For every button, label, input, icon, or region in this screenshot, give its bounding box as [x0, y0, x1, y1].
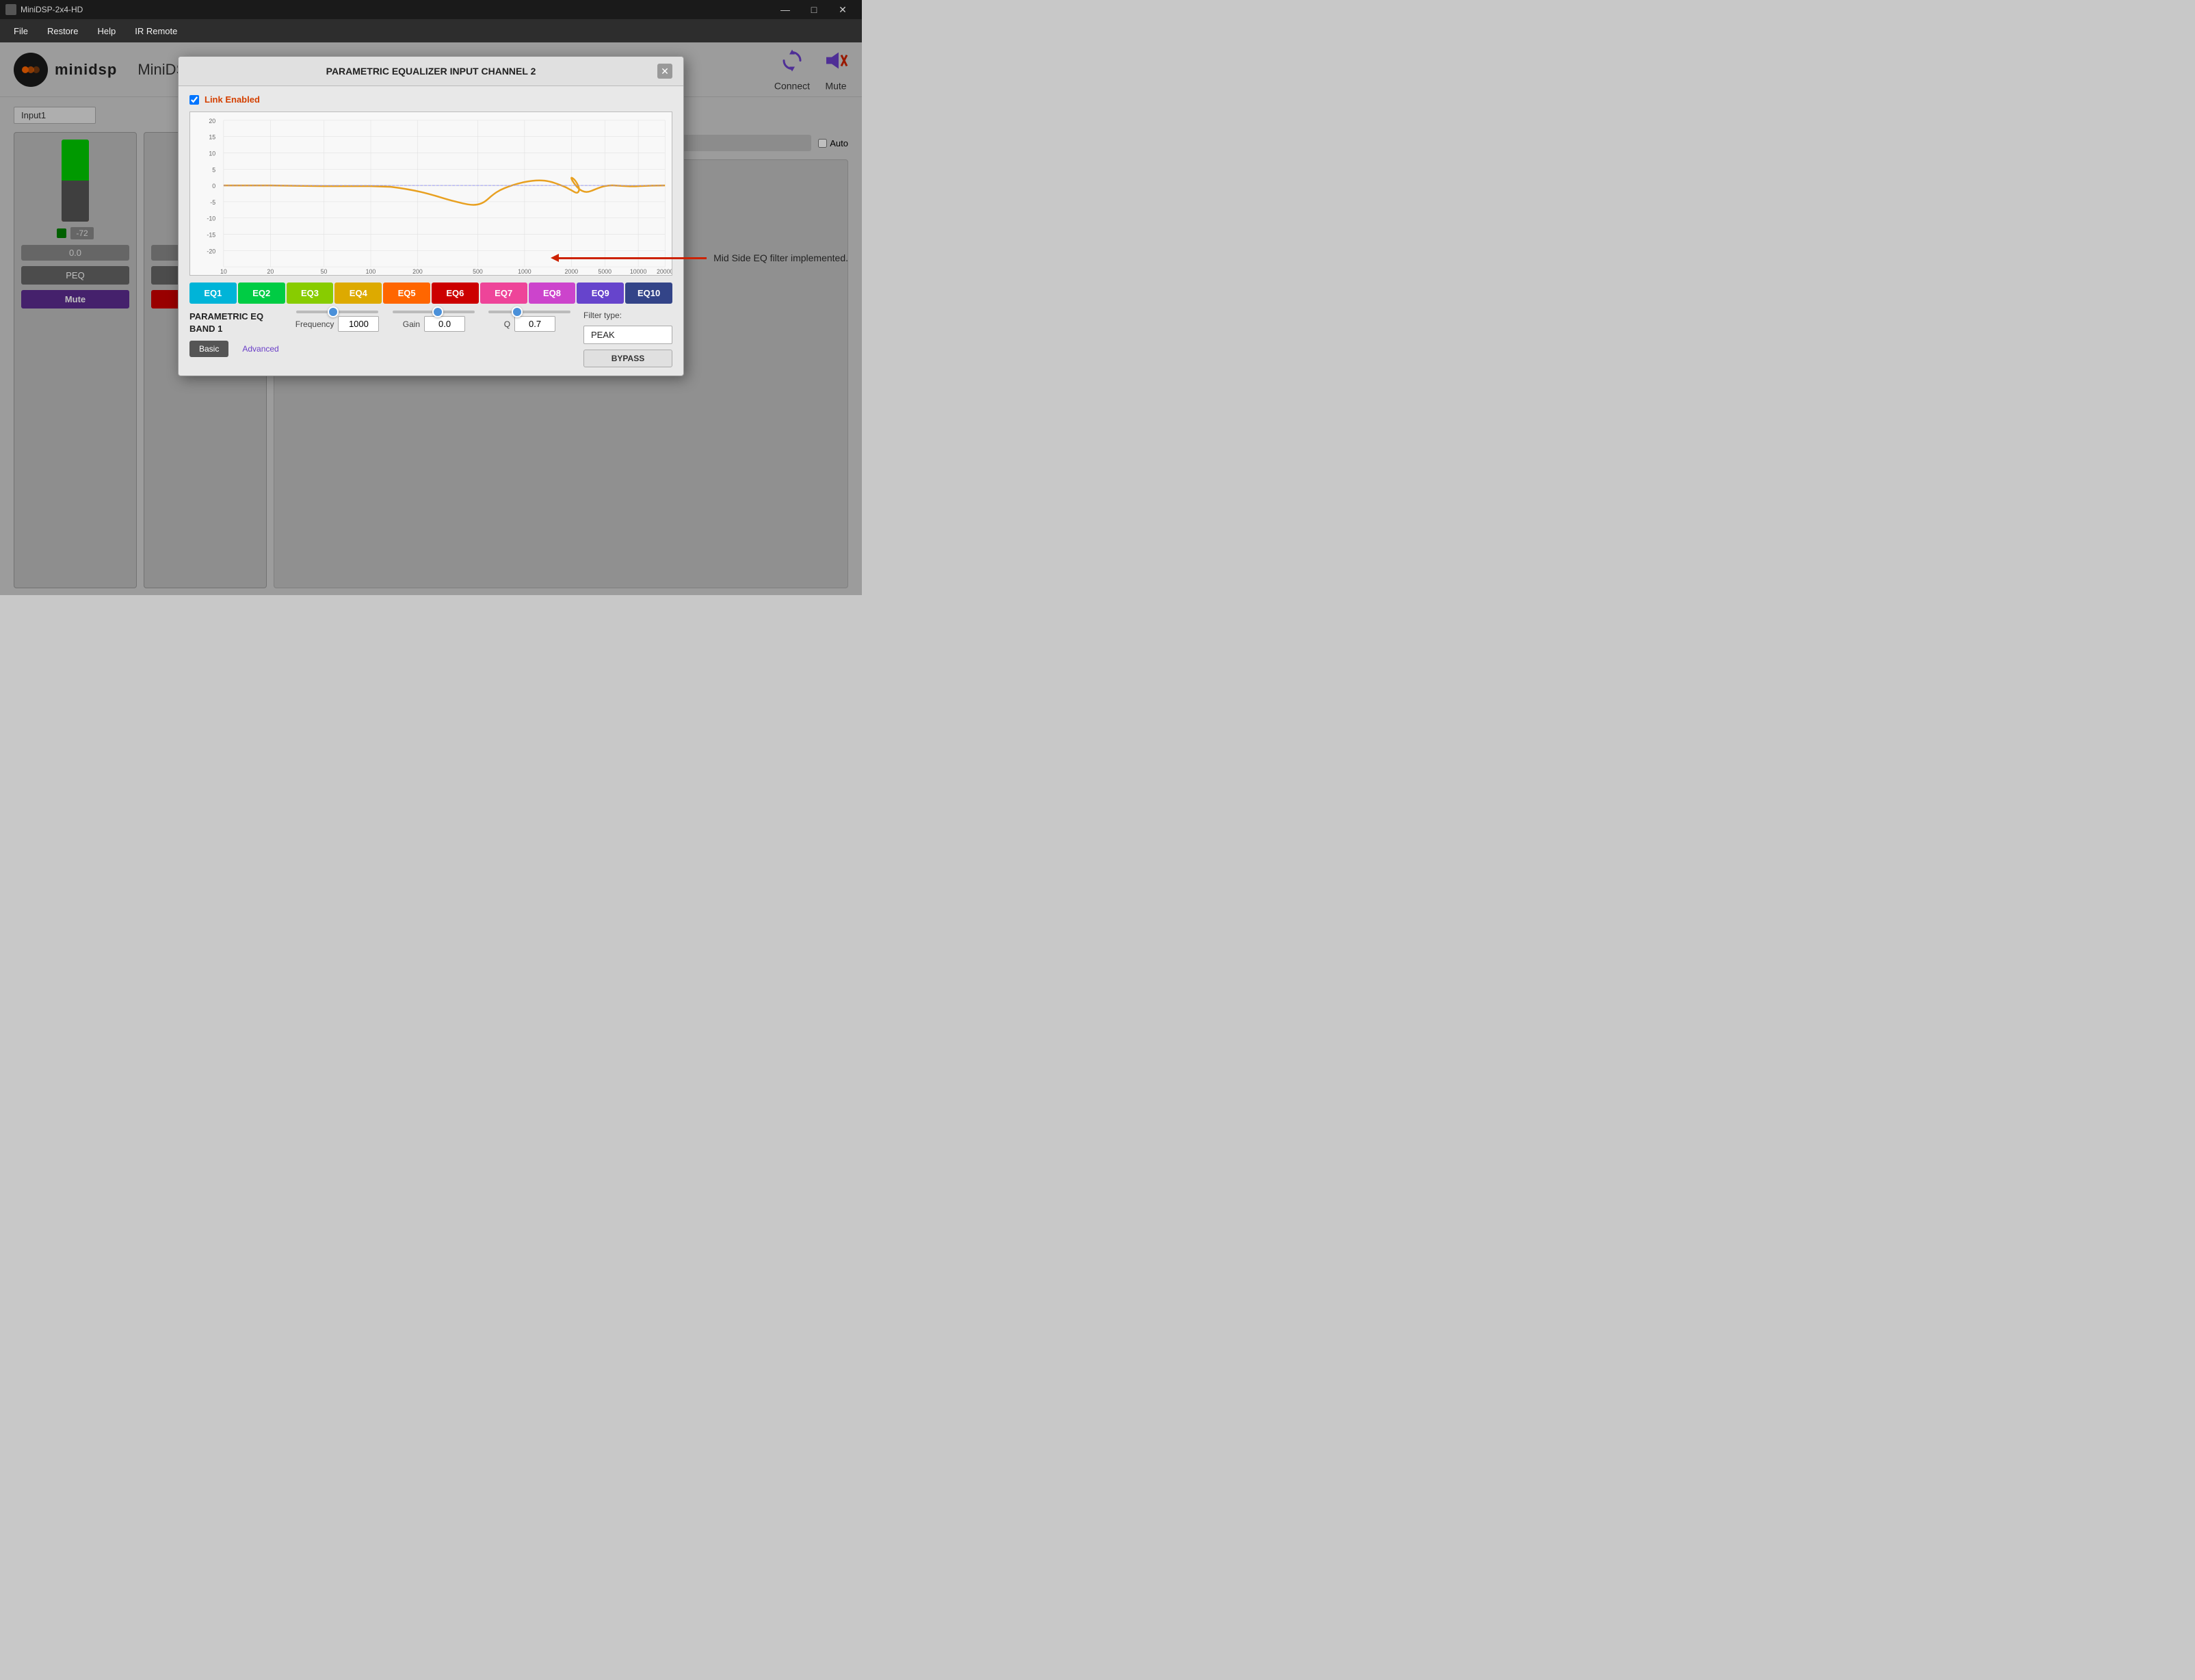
- menu-restore[interactable]: Restore: [39, 23, 87, 39]
- q-value-input[interactable]: [514, 316, 555, 332]
- svg-text:10000: 10000: [630, 268, 647, 275]
- annotation-arrowhead: [551, 254, 559, 262]
- menu-help[interactable]: Help: [89, 23, 124, 39]
- eq-controls-area: PARAMETRIC EQ BAND 1 Basic Advanced: [189, 311, 672, 367]
- eq-modal: PARAMETRIC EQUALIZER INPUT CHANNEL 2 ✕ L…: [178, 56, 684, 376]
- eq-band-8[interactable]: EQ8: [529, 283, 576, 304]
- svg-text:5000: 5000: [598, 268, 612, 275]
- svg-text:20: 20: [209, 118, 215, 124]
- svg-text:-10: -10: [207, 215, 215, 222]
- eq-mode-buttons: Basic Advanced: [189, 341, 289, 357]
- svg-text:10: 10: [209, 150, 215, 157]
- gain-label: Gain: [403, 319, 420, 329]
- app-area: minidsp MiniDSP-2x4-HD Connect: [0, 42, 862, 595]
- frequency-label: Frequency: [295, 319, 334, 329]
- eq-band-2[interactable]: EQ2: [238, 283, 285, 304]
- eq-sliders: Frequency: [295, 311, 577, 332]
- eq-band-4[interactable]: EQ4: [334, 283, 382, 304]
- svg-text:50: 50: [321, 268, 328, 275]
- svg-text:2000: 2000: [565, 268, 579, 275]
- title-bar: MiniDSP-2x4-HD — □ ✕: [0, 0, 862, 19]
- svg-text:-5: -5: [210, 199, 215, 206]
- gain-slider-track[interactable]: [393, 311, 475, 313]
- gain-slider-group: Gain: [393, 311, 475, 332]
- q-slider-group: Q: [488, 311, 570, 332]
- modal-close-button[interactable]: ✕: [657, 64, 672, 79]
- eq-band-5[interactable]: EQ5: [383, 283, 430, 304]
- filter-type-value[interactable]: PEAK: [583, 326, 672, 344]
- svg-text:20000: 20000: [657, 268, 672, 275]
- svg-text:0: 0: [212, 183, 215, 189]
- basic-mode-button[interactable]: Basic: [189, 341, 228, 357]
- title-bar-left: MiniDSP-2x4-HD: [5, 4, 83, 15]
- gain-slider-thumb[interactable]: [432, 306, 443, 317]
- svg-text:5: 5: [212, 166, 215, 173]
- svg-text:10: 10: [220, 268, 227, 275]
- eq-band-10[interactable]: EQ10: [625, 283, 672, 304]
- annotation-line: [556, 257, 707, 259]
- svg-text:1000: 1000: [518, 268, 531, 275]
- link-enabled-label: Link Enabled: [205, 94, 260, 105]
- eq-band-title-line2: BAND 1: [189, 323, 289, 335]
- eq-band-3[interactable]: EQ3: [287, 283, 334, 304]
- mid-side-annotation: Mid Side EQ filter implemented.: [556, 252, 848, 263]
- svg-text:15: 15: [209, 134, 215, 141]
- modal-header: PARAMETRIC EQUALIZER INPUT CHANNEL 2 ✕: [179, 57, 683, 86]
- frequency-slider-track[interactable]: [296, 311, 378, 313]
- svg-text:500: 500: [473, 268, 483, 275]
- filter-type-label: Filter type:: [583, 311, 672, 320]
- svg-text:20: 20: [267, 268, 274, 275]
- eq-chart-svg: 20 15 10 5 0 -5 -10 -15 -20 10 20 50 100: [190, 112, 672, 275]
- svg-text:-15: -15: [207, 231, 215, 238]
- app-title: MiniDSP-2x4-HD: [21, 5, 83, 14]
- eq-band-7[interactable]: EQ7: [480, 283, 527, 304]
- eq-band-6[interactable]: EQ6: [432, 283, 479, 304]
- eq-band-info: PARAMETRIC EQ BAND 1 Basic Advanced: [189, 311, 289, 357]
- maximize-button[interactable]: □: [800, 0, 828, 19]
- svg-text:-20: -20: [207, 248, 215, 254]
- title-bar-controls: — □ ✕: [772, 0, 856, 19]
- close-button[interactable]: ✕: [829, 0, 856, 19]
- filter-type-area: Filter type: PEAK BYPASS: [583, 311, 672, 367]
- eq-band-9[interactable]: EQ9: [577, 283, 624, 304]
- eq-chart: 20 15 10 5 0 -5 -10 -15 -20 10 20 50 100: [189, 111, 672, 276]
- q-label: Q: [504, 319, 510, 329]
- modal-title: PARAMETRIC EQUALIZER INPUT CHANNEL 2: [205, 66, 657, 77]
- modal-overlay: Mid Side EQ filter implemented. PARAMETR…: [0, 42, 862, 595]
- menu-file[interactable]: File: [5, 23, 36, 39]
- menu-bar: File Restore Help IR Remote: [0, 19, 862, 42]
- advanced-mode-button[interactable]: Advanced: [233, 341, 288, 357]
- annotation-text: Mid Side EQ filter implemented.: [713, 252, 848, 263]
- modal-body: Link Enabled: [179, 86, 683, 376]
- minimize-button[interactable]: —: [772, 0, 799, 19]
- link-enabled-checkbox[interactable]: [189, 95, 199, 105]
- eq-band-1[interactable]: EQ1: [189, 283, 237, 304]
- frequency-value-input[interactable]: [338, 316, 379, 332]
- frequency-slider-group: Frequency: [295, 311, 380, 332]
- q-slider-track[interactable]: [488, 311, 570, 313]
- q-slider-thumb[interactable]: [512, 306, 523, 317]
- eq-bands-row: EQ1 EQ2 EQ3 EQ4 EQ5 EQ6 EQ7 EQ8 EQ9 EQ10: [189, 283, 672, 304]
- bypass-button[interactable]: BYPASS: [583, 350, 672, 367]
- app-icon: [5, 4, 16, 15]
- menu-ir-remote[interactable]: IR Remote: [127, 23, 185, 39]
- link-enabled-row: Link Enabled: [189, 94, 672, 105]
- svg-text:200: 200: [412, 268, 423, 275]
- svg-text:100: 100: [366, 268, 376, 275]
- frequency-slider-thumb[interactable]: [328, 306, 339, 317]
- gain-value-input[interactable]: [424, 316, 465, 332]
- eq-band-title-line1: PARAMETRIC EQ: [189, 311, 289, 323]
